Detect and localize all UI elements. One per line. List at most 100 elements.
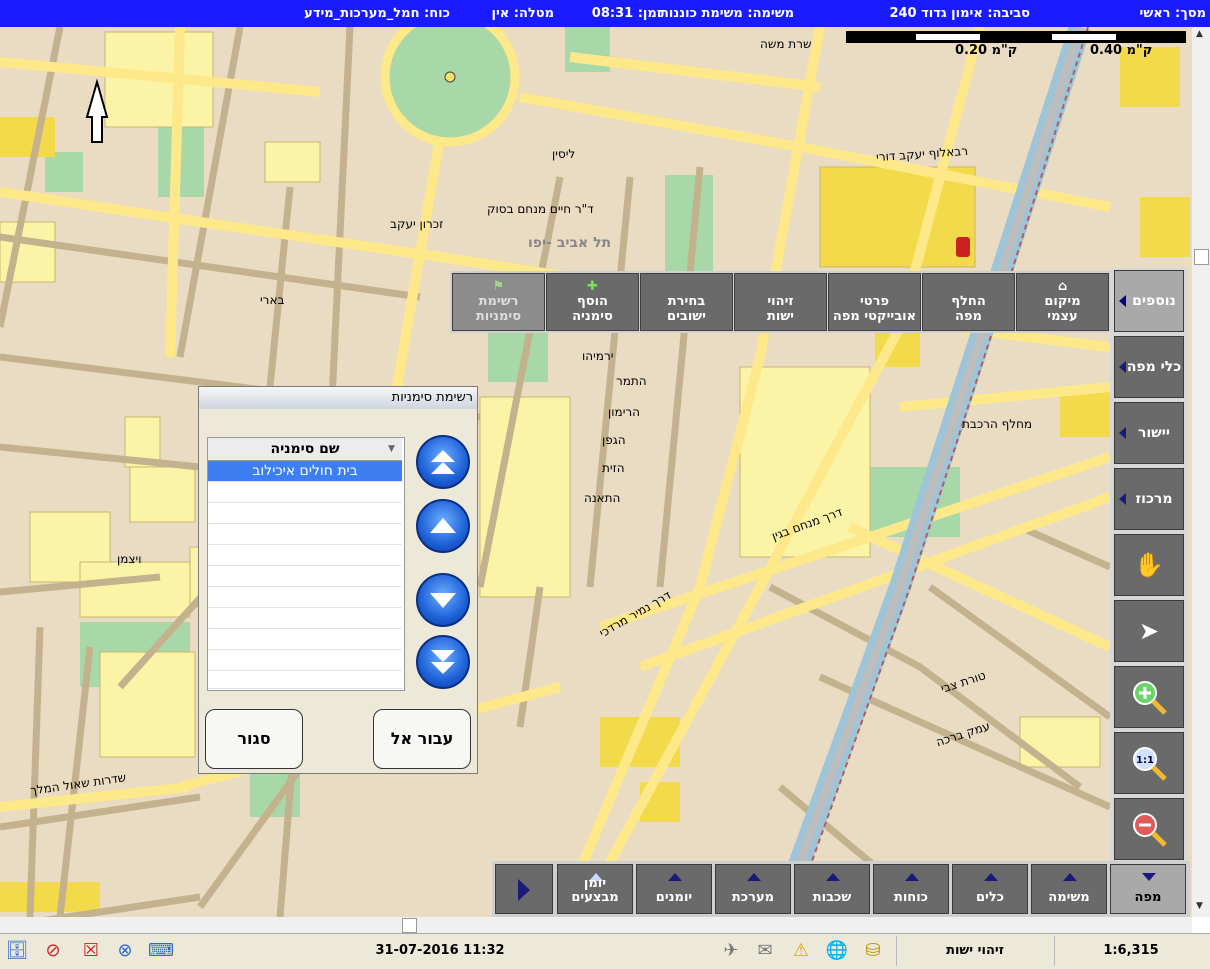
time-label: זמן: 08:31 xyxy=(591,6,662,21)
force-label: כוח: חמל_מערכות_מידע xyxy=(304,6,450,21)
chevron-up-icon xyxy=(747,873,761,881)
map-label-street: הרימון xyxy=(608,405,640,419)
list-item[interactable] xyxy=(208,524,402,545)
database-icon[interactable]: 🗄 xyxy=(4,938,30,964)
top-status-bar: מסך: ראשי סביבה: אימון גדוד 240 משימה: מ… xyxy=(0,0,1210,27)
device-error-icon[interactable]: ☒ xyxy=(78,938,104,964)
scroll-down-button[interactable] xyxy=(416,573,470,627)
vertical-scrollbar[interactable]: ▲ ▼ xyxy=(1192,27,1210,917)
zoom-1to1-icon: 1:1 xyxy=(1133,747,1167,781)
bookmark-list-button[interactable]: ⚑ רשימת סימניות xyxy=(452,273,545,331)
expand-left-icon xyxy=(1119,295,1126,307)
warning-icon[interactable]: ⚠ xyxy=(788,938,814,964)
storage-icon[interactable]: ⛁ xyxy=(860,938,886,964)
vertical-scroll-thumb[interactable] xyxy=(1194,249,1209,265)
list-item[interactable]: בית חולים איכילוב xyxy=(208,461,402,482)
svg-text:1:1: 1:1 xyxy=(1136,755,1154,766)
scroll-up-icon[interactable]: ▲ xyxy=(1196,29,1203,39)
gps-error-icon[interactable]: ⊘ xyxy=(40,938,66,964)
arrow-pointer-icon: ➤ xyxy=(1138,617,1160,645)
bookmark-list[interactable]: ▼ שם סימניה בית חולים איכילוב xyxy=(207,437,405,691)
list-item[interactable] xyxy=(208,482,402,503)
double-up-icon xyxy=(431,450,455,474)
sort-dropdown-icon[interactable]: ▼ xyxy=(388,438,395,460)
horizontal-scroll-thumb[interactable] xyxy=(402,918,417,933)
scroll-down-icon[interactable]: ▼ xyxy=(1196,901,1203,911)
list-item[interactable] xyxy=(208,503,402,524)
add-bookmark-button[interactable]: ✚ הוסף סימניה xyxy=(546,273,639,331)
map-label-city: תל אביב -יפו xyxy=(528,235,612,251)
mail-icon[interactable]: ✉ xyxy=(752,938,778,964)
date-time-display: 31-07-2016 11:32 xyxy=(375,943,505,958)
list-item[interactable] xyxy=(208,671,402,689)
list-item[interactable] xyxy=(208,608,402,629)
network-error-icon[interactable]: ⊗ xyxy=(112,938,138,964)
double-down-icon xyxy=(431,650,455,674)
tab-mission[interactable]: משימה xyxy=(1031,864,1107,914)
switch-map-button[interactable]: החלף מפה xyxy=(922,273,1015,331)
select-pointer-button[interactable]: ➤ xyxy=(1114,600,1184,662)
tab-tools[interactable]: כלים xyxy=(952,864,1028,914)
map-label-street: התאנה xyxy=(584,491,621,505)
close-button[interactable]: סגור xyxy=(205,709,303,769)
list-item[interactable] xyxy=(208,650,402,671)
zoom-out-button[interactable] xyxy=(1114,798,1184,860)
screen-label: מסך: ראשי xyxy=(1139,6,1206,21)
map-canvas[interactable]: תל אביב -יפו רבאלוף יעקב דורי שרת משה ד"… xyxy=(0,27,1192,917)
map-label-street: הזית xyxy=(602,461,625,475)
globe-icon[interactable]: 🌐 xyxy=(824,938,850,964)
map-label-street: ירמיהו xyxy=(582,349,614,363)
align-button[interactable]: יישור xyxy=(1114,402,1184,464)
chevron-up-icon xyxy=(984,873,998,881)
network-computers-icon[interactable]: ⌨ xyxy=(148,938,174,964)
satellite-icon[interactable]: ✈ xyxy=(718,938,744,964)
goto-button[interactable]: עבור אל xyxy=(373,709,471,769)
self-location-button[interactable]: ⌂ מיקום עצמי xyxy=(1016,273,1109,331)
ops-log-button[interactable]: יומן מבצעים xyxy=(557,864,633,914)
tab-system[interactable]: מערכת xyxy=(715,864,791,914)
chevron-up-icon xyxy=(668,873,682,881)
bookmark-column-header[interactable]: ▼ שם סימניה xyxy=(208,438,402,461)
bottom-status-bar: 🗄 ⊘ ☒ ⊗ ⌨ 31-07-2016 11:32 ✈ ✉ ⚠ 🌐 ⛁ זיה… xyxy=(0,933,1210,969)
tab-map[interactable]: מפה xyxy=(1110,864,1186,914)
zoom-actual-button[interactable]: 1:1 xyxy=(1114,732,1184,794)
identify-entity-button[interactable]: זיהוי ישות xyxy=(734,273,827,331)
map-tools-button[interactable]: כלי מפה xyxy=(1114,336,1184,398)
bottom-more-button[interactable] xyxy=(495,864,553,914)
list-item[interactable] xyxy=(208,566,402,587)
object-details-button[interactable]: פרטי אובייקטי מפה xyxy=(828,273,921,331)
list-item[interactable] xyxy=(208,545,402,566)
down-arrow-icon xyxy=(430,593,456,608)
bookmark-add-icon: ✚ xyxy=(587,279,598,294)
environment-label: סביבה: אימון גדוד 240 xyxy=(889,6,1030,21)
map-scale-bar xyxy=(846,31,1186,43)
bookmark-list-icon: ⚑ xyxy=(492,279,505,294)
center-button[interactable]: מרכוז xyxy=(1114,468,1184,530)
up-arrow-icon xyxy=(430,518,456,533)
tab-forces[interactable]: כוחות xyxy=(873,864,949,914)
tab-layers[interactable]: שכבות xyxy=(794,864,870,914)
zoom-in-icon xyxy=(1133,681,1167,715)
current-mode-display: זיהוי ישות xyxy=(896,936,1053,966)
tab-logs[interactable]: יומנים xyxy=(636,864,712,914)
scroll-last-button[interactable] xyxy=(416,635,470,689)
expand-left-icon xyxy=(1119,427,1126,439)
play-right-icon xyxy=(518,879,530,901)
more-button[interactable]: נוספים xyxy=(1114,270,1184,332)
hand-icon: ✋ xyxy=(1134,551,1164,579)
scroll-first-button[interactable] xyxy=(416,435,470,489)
map-label-street: ליסין xyxy=(552,147,576,161)
list-item[interactable] xyxy=(208,629,402,650)
select-settlements-button[interactable]: בחירת ישובים xyxy=(640,273,733,331)
horizontal-scrollbar[interactable] xyxy=(0,917,1192,933)
pan-hand-button[interactable]: ✋ xyxy=(1114,534,1184,596)
zoom-in-button[interactable] xyxy=(1114,666,1184,728)
chevron-down-icon xyxy=(1142,873,1156,881)
bookmark-list-dialog: רשימת סימניות ▼ שם סימניה בית חולים איכי… xyxy=(198,386,478,774)
map-label-street: ויצמן xyxy=(117,552,142,566)
expand-left-icon xyxy=(1119,493,1126,505)
map-scale-display: 1:6,315 xyxy=(1054,936,1207,966)
scroll-up-button[interactable] xyxy=(416,499,470,553)
expand-left-icon xyxy=(1119,361,1126,373)
list-item[interactable] xyxy=(208,587,402,608)
